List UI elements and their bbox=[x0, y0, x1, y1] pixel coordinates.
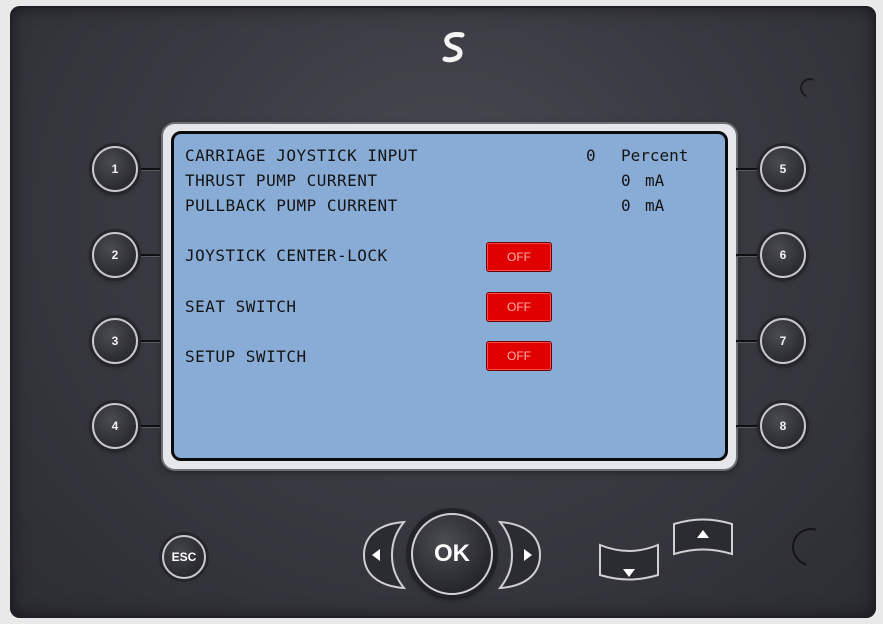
brand-logo-icon bbox=[442, 32, 465, 63]
readout-value-thrust-pump: 0 bbox=[621, 171, 631, 190]
softkey-tick bbox=[736, 425, 758, 427]
ok-button[interactable]: OK bbox=[411, 513, 493, 595]
softkey-tick bbox=[138, 168, 160, 170]
readout-value-carriage-joystick: 0 bbox=[586, 146, 596, 165]
softkey-4[interactable]: 4 bbox=[92, 403, 138, 449]
softkey-tick bbox=[736, 254, 758, 256]
switch-label-joystick-center-lock: JOYSTICK CENTER-LOCK bbox=[185, 246, 388, 265]
softkey-8[interactable]: 8 bbox=[760, 403, 806, 449]
readout-label-carriage-joystick: CARRIAGE JOYSTICK INPUT bbox=[185, 146, 419, 165]
softkey-tick bbox=[736, 340, 758, 342]
softkey-6[interactable]: 6 bbox=[760, 232, 806, 278]
readout-unit-carriage-joystick: Percent bbox=[621, 146, 689, 165]
up-arrow-button[interactable] bbox=[670, 514, 736, 566]
readout-unit-thrust-pump: mA bbox=[645, 171, 665, 190]
softkey-tick bbox=[138, 254, 160, 256]
softkey-tick bbox=[736, 168, 758, 170]
softkey-tick bbox=[138, 340, 160, 342]
seat-switch-status-button[interactable]: OFF bbox=[486, 292, 552, 322]
joystick-center-lock-status-button[interactable]: OFF bbox=[486, 242, 552, 272]
softkey-5[interactable]: 5 bbox=[760, 146, 806, 192]
readout-label-thrust-pump: THRUST PUMP CURRENT bbox=[185, 171, 378, 190]
readout-label-pullback-pump: PULLBACK PUMP CURRENT bbox=[185, 196, 398, 215]
down-arrow-button[interactable] bbox=[596, 535, 662, 585]
softkey-3[interactable]: 3 bbox=[92, 318, 138, 364]
softkey-1[interactable]: 1 bbox=[92, 146, 138, 192]
readout-unit-pullback-pump: mA bbox=[645, 196, 665, 215]
left-arrow-button[interactable] bbox=[356, 518, 412, 592]
readout-value-pullback-pump: 0 bbox=[621, 196, 631, 215]
softkey-tick bbox=[138, 425, 160, 427]
softkey-7[interactable]: 7 bbox=[760, 318, 806, 364]
setup-switch-status-button[interactable]: OFF bbox=[486, 341, 552, 371]
right-arrow-button[interactable] bbox=[492, 518, 548, 592]
switch-label-seat: SEAT SWITCH bbox=[185, 297, 297, 316]
esc-button[interactable]: ESC bbox=[162, 535, 206, 579]
switch-label-setup: SETUP SWITCH bbox=[185, 347, 307, 366]
softkey-2[interactable]: 2 bbox=[92, 232, 138, 278]
